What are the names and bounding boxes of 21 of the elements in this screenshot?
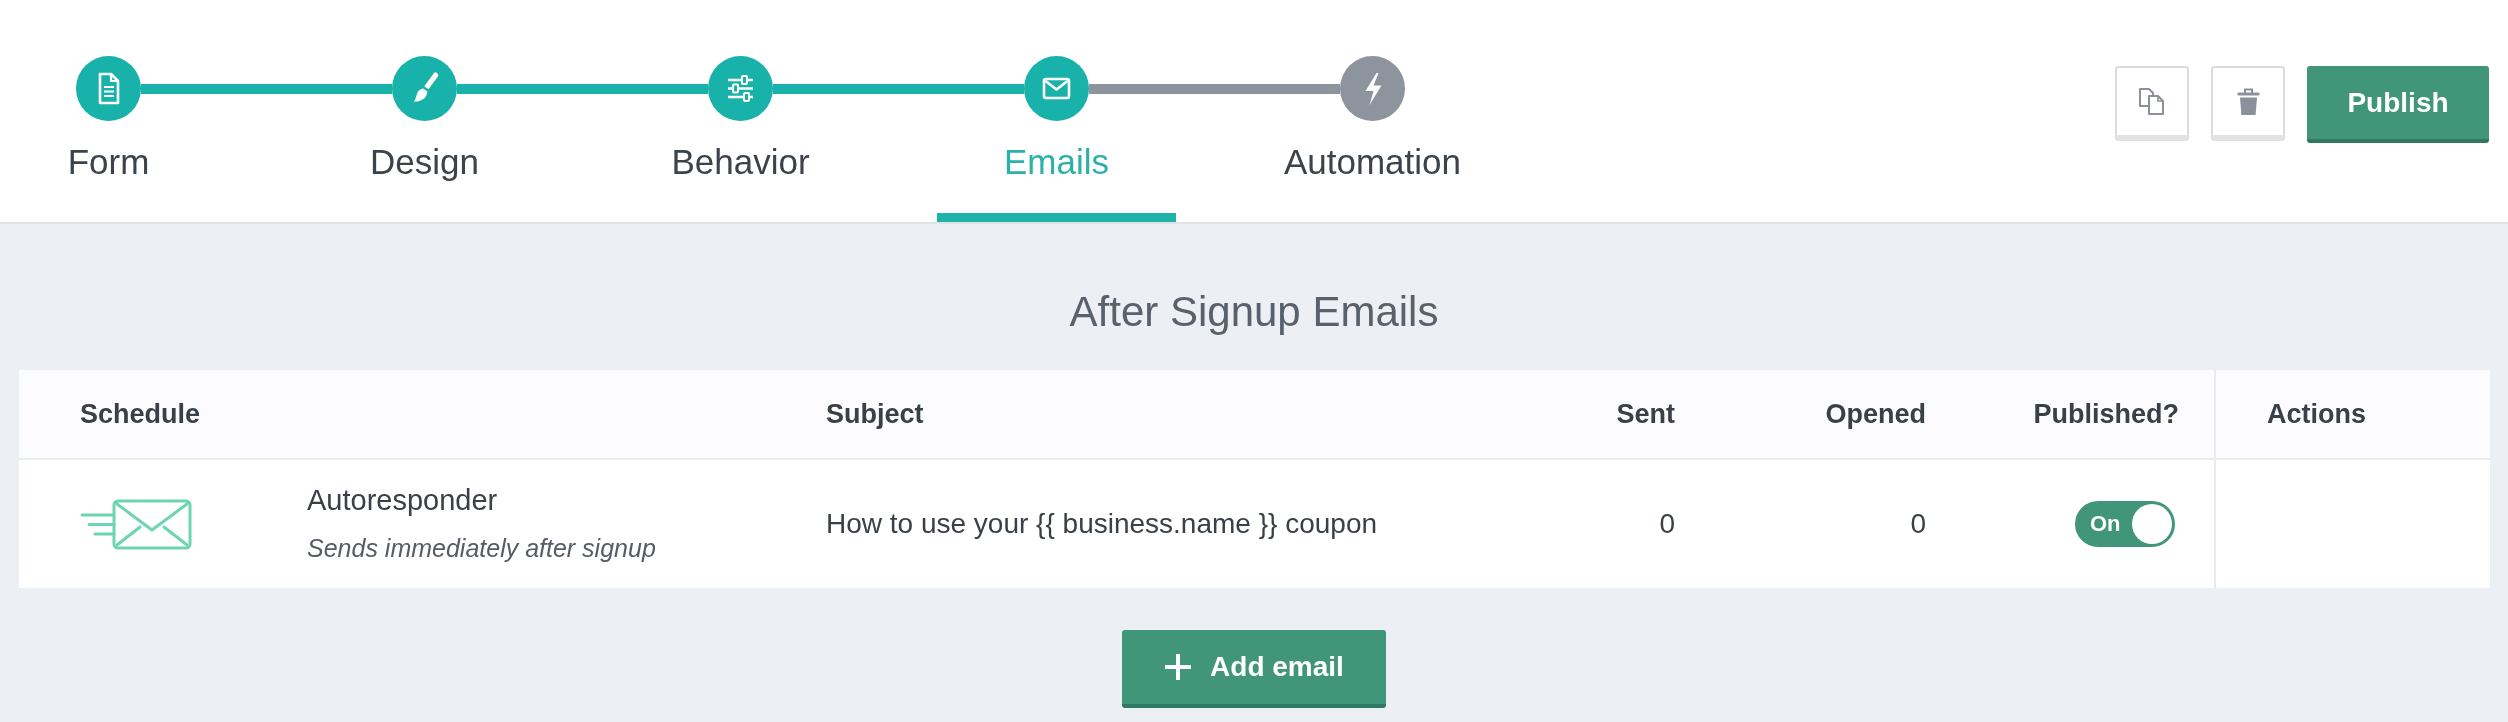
toggle-knob xyxy=(2132,504,2172,544)
table-cell-text: 0 xyxy=(1909,507,1927,541)
section-title: After Signup Emails xyxy=(1069,287,1439,337)
table-cell-text: 0 xyxy=(1658,507,1676,541)
table-cell-text: How to use your {{ business.name }} coupon xyxy=(825,507,1379,541)
column-header: Actions xyxy=(2214,370,2490,460)
copy-icon xyxy=(2137,87,2167,116)
publish-button[interactable]: Publish xyxy=(2307,66,2489,143)
email-description: Sends immediately after signup xyxy=(307,533,656,564)
step-tab[interactable]: Design xyxy=(305,121,544,222)
email-name: Autoresponder xyxy=(307,483,498,518)
copy-button[interactable] xyxy=(2115,66,2189,141)
trash-icon xyxy=(2236,87,2260,116)
step-tab[interactable]: Form xyxy=(0,121,228,222)
plus-icon xyxy=(1164,653,1193,681)
envelope-icon xyxy=(80,498,192,550)
delete-button[interactable] xyxy=(2211,66,2285,141)
step-tab[interactable]: Automation xyxy=(1253,121,1492,222)
add-email-button[interactable]: Add email xyxy=(1122,630,1386,708)
step-tab[interactable]: Behavior xyxy=(621,121,860,222)
toggle-switch[interactable]: On xyxy=(2075,501,2175,547)
